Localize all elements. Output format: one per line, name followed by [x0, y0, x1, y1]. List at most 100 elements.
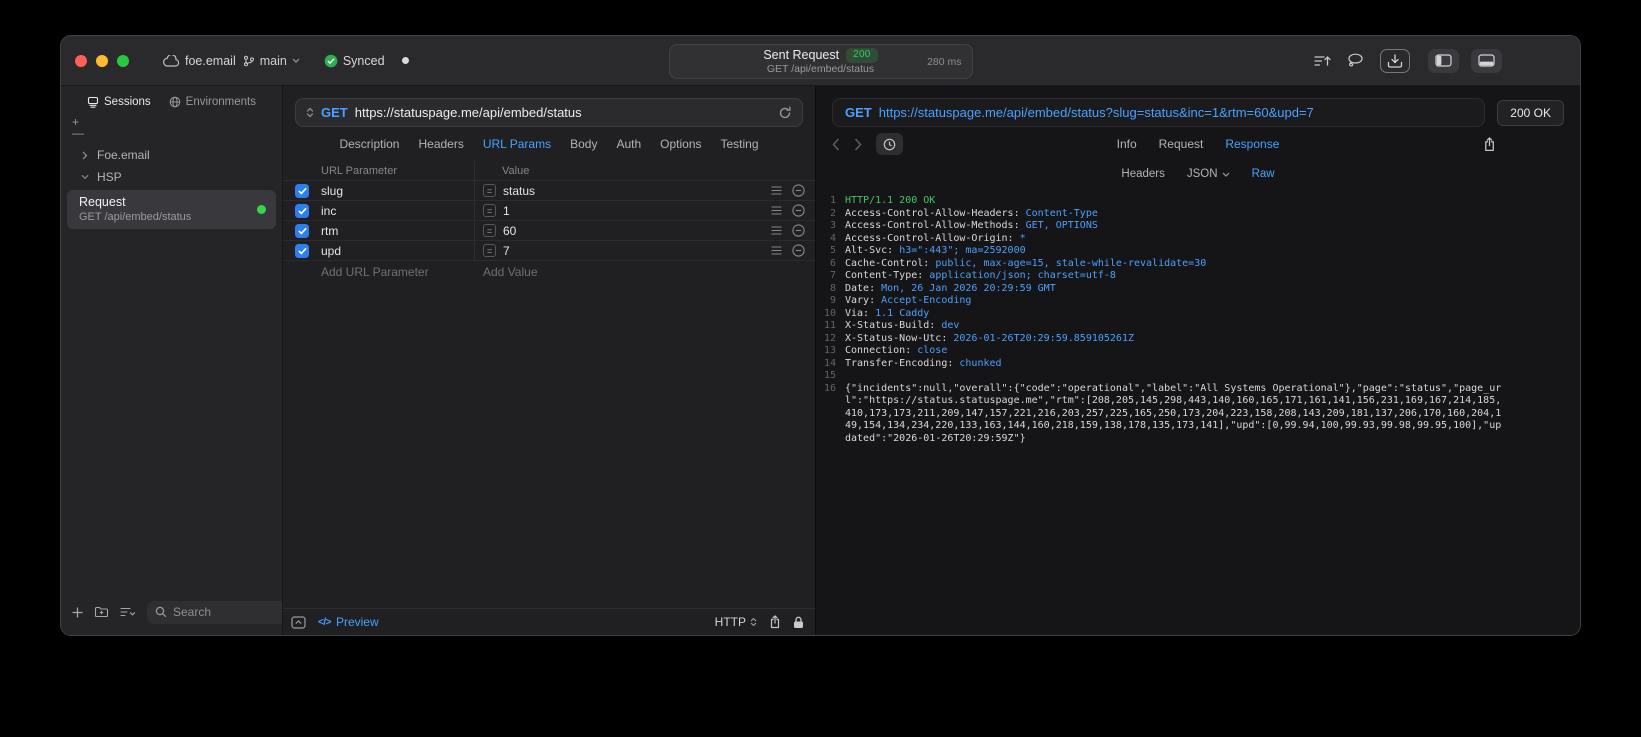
request-url[interactable]: https://statuspage.me/api/embed/status — [355, 105, 771, 120]
param-value[interactable]: 60 — [503, 224, 516, 238]
request-url-bar[interactable]: GET https://statuspage.me/api/embed/stat… — [295, 98, 803, 127]
response-subtab-raw-label: Raw — [1251, 168, 1275, 180]
lasso-icon[interactable] — [1347, 53, 1364, 68]
line-number: 8 — [829, 282, 836, 294]
response-subtab-json-label: JSON — [1186, 168, 1218, 180]
add-value-field[interactable]: Add Value — [474, 265, 759, 279]
request-tab-testing-label: Testing — [720, 137, 759, 151]
request-tab-body-label: Body — [570, 137, 598, 151]
response-subtab-headers-label: Headers — [1121, 168, 1165, 180]
param-name[interactable]: rtm — [321, 224, 474, 238]
row-remove-icon[interactable] — [792, 244, 805, 257]
export-icon[interactable] — [1483, 136, 1496, 152]
sort-lines-icon[interactable] — [1314, 54, 1331, 68]
request-tab-options[interactable]: Options — [660, 137, 701, 151]
response-subtab-raw[interactable]: Raw — [1252, 168, 1275, 180]
param-name[interactable]: slug — [321, 184, 474, 198]
request-tab-auth-label: Auth — [616, 137, 642, 151]
response-tab-response[interactable]: Response — [1225, 137, 1279, 151]
close-window-button[interactable] — [75, 54, 87, 67]
param-checkbox[interactable] — [295, 183, 309, 198]
param-value[interactable]: 7 — [503, 244, 510, 258]
add-url-parameter-field[interactable]: Add URL Parameter — [321, 265, 474, 279]
refresh-icon[interactable] — [778, 105, 792, 120]
synced-check-icon — [324, 54, 338, 68]
request-item[interactable]: Request GET /api/embed/status — [67, 190, 276, 229]
tab-sessions[interactable]: Sessions — [87, 96, 151, 108]
response-method: GET — [845, 105, 872, 120]
response-request-line[interactable]: GET https://statuspage.me/api/embed/stat… — [832, 98, 1486, 127]
request-tab-body[interactable]: Body — [570, 137, 597, 151]
line-content: Access-Control-Allow-Methods: GET, OPTIO… — [845, 220, 1098, 231]
sent-request-title: Sent Request — [763, 48, 840, 62]
request-tab-testing[interactable]: Testing — [721, 137, 759, 151]
param-name[interactable]: inc — [321, 204, 474, 218]
forward-button[interactable] — [854, 137, 862, 151]
request-editor-panel: GET https://statuspage.me/api/embed/stat… — [282, 86, 816, 635]
param-checkbox[interactable] — [295, 243, 309, 258]
response-body[interactable]: 1 HTTP/1.1 200 OK 2 Access-Control-Allow-He… — [816, 187, 1580, 635]
response-tabs: Info Request Response — [1117, 137, 1280, 151]
row-remove-icon[interactable] — [792, 224, 805, 237]
protocol-select[interactable]: HTTP — [715, 615, 757, 629]
new-folder-icon[interactable] — [94, 606, 109, 618]
response-subtab-headers[interactable]: Headers — [1121, 168, 1164, 180]
row-menu-icon[interactable] — [771, 226, 782, 235]
request-footer-bar: </> Preview HTTP — [283, 608, 815, 635]
share-icon[interactable] — [769, 615, 781, 629]
sidebar-remove-button[interactable]: — — [72, 127, 84, 139]
param-checkbox[interactable] — [295, 223, 309, 238]
sync-status[interactable]: Synced — [324, 54, 385, 68]
method-stepper-icon[interactable] — [306, 107, 314, 118]
sent-request-capsule[interactable]: Sent Request 200 GET /api/embed/status 2… — [668, 44, 973, 79]
tree-group-label: Foe.email — [97, 148, 150, 162]
add-request-button[interactable] — [72, 606, 83, 618]
response-tab-info[interactable]: Info — [1117, 137, 1137, 151]
request-tab-auth[interactable]: Auth — [616, 137, 641, 151]
request-tab-description[interactable]: Description — [339, 137, 399, 151]
tree-group-hsp[interactable]: HSP — [67, 166, 276, 188]
expand-console-icon[interactable] — [291, 615, 306, 629]
value-type-icon[interactable]: = — [483, 184, 496, 197]
back-button[interactable] — [832, 137, 840, 151]
project-selector[interactable]: foe.email — [163, 54, 236, 68]
request-method[interactable]: GET — [321, 105, 348, 120]
lock-icon[interactable] — [793, 616, 804, 629]
response-subtab-json[interactable]: JSON — [1187, 168, 1230, 180]
param-value[interactable]: status — [503, 184, 535, 198]
value-type-icon[interactable]: = — [483, 224, 496, 237]
row-menu-icon[interactable] — [771, 186, 782, 195]
param-name[interactable]: upd — [321, 244, 474, 258]
toggle-left-panel-button[interactable] — [1428, 48, 1459, 73]
column-header-value[interactable]: Value — [474, 161, 759, 180]
branch-selector[interactable]: main — [243, 54, 300, 68]
request-tab-url-params[interactable]: URL Params — [483, 137, 551, 151]
param-value[interactable]: 1 — [503, 204, 510, 218]
row-remove-icon[interactable] — [792, 184, 805, 197]
column-header-url-parameter[interactable]: URL Parameter — [321, 165, 474, 177]
response-tab-response-label: Response — [1225, 137, 1280, 151]
request-tab-headers-label: Headers — [418, 137, 464, 151]
preview-button[interactable]: </> Preview — [318, 615, 379, 629]
tree-group-label: HSP — [97, 170, 122, 184]
row-remove-icon[interactable] — [792, 204, 805, 217]
tab-environments[interactable]: Environments — [169, 96, 256, 108]
row-menu-icon[interactable] — [771, 246, 782, 255]
value-type-icon[interactable]: = — [483, 204, 496, 217]
import-tray-icon[interactable] — [1380, 48, 1410, 73]
minimize-window-button[interactable] — [96, 54, 108, 67]
toggle-bottom-panel-button[interactable] — [1471, 48, 1502, 73]
request-tab-headers[interactable]: Headers — [418, 137, 463, 151]
value-type-icon[interactable]: = — [483, 244, 496, 257]
row-menu-icon[interactable] — [771, 206, 782, 215]
param-checkbox[interactable] — [295, 203, 309, 218]
line-number: 12 — [823, 332, 836, 344]
sort-options-icon[interactable] — [120, 607, 136, 617]
line-number: 14 — [823, 357, 836, 369]
zoom-window-button[interactable] — [117, 54, 129, 67]
response-tab-request[interactable]: Request — [1159, 137, 1204, 151]
history-icon[interactable] — [876, 133, 903, 155]
titlebar: foe.email main Synced Sent Request 200 G… — [61, 36, 1580, 86]
tree-group-foe-email[interactable]: Foe.email — [67, 144, 276, 166]
response-status-pill: 200 OK — [1497, 99, 1564, 126]
